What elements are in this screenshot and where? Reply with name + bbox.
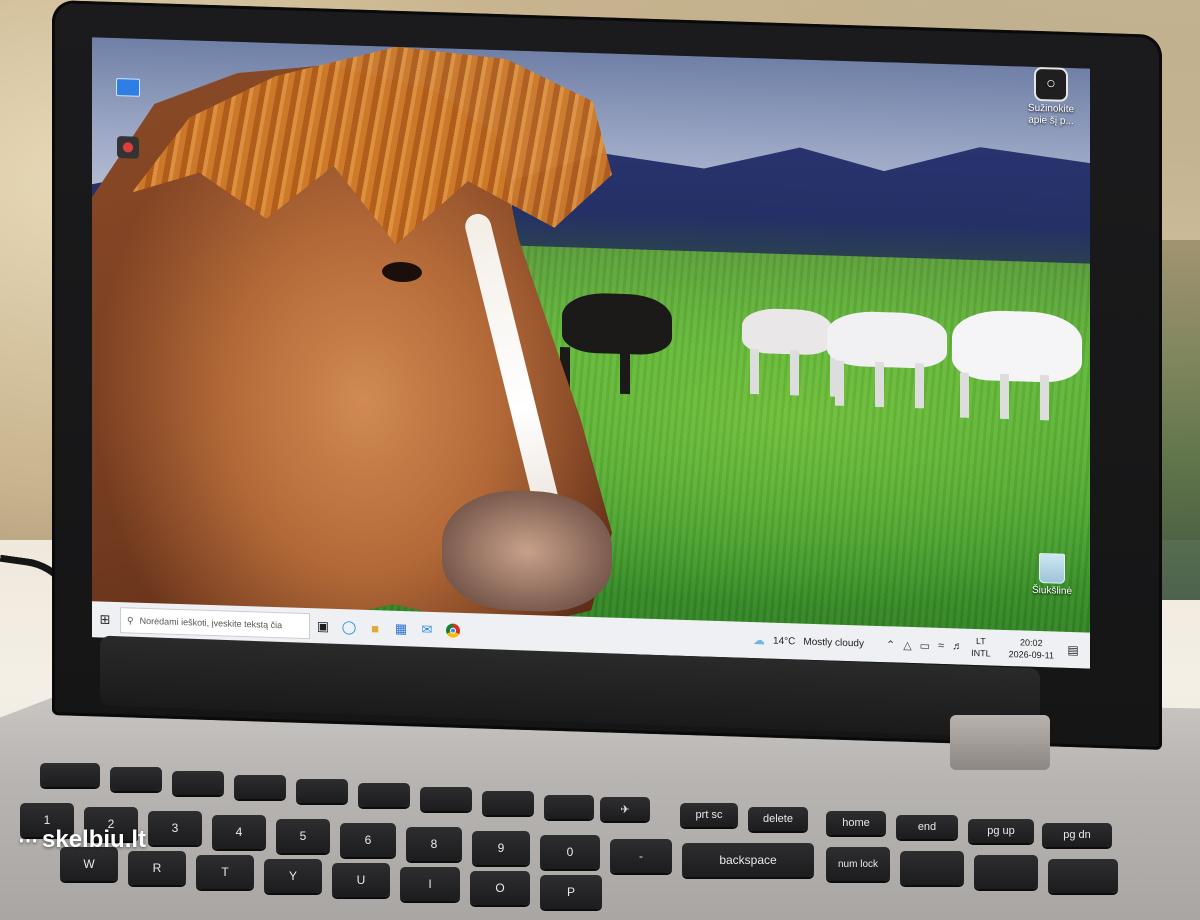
key-number: 5 bbox=[276, 819, 330, 853]
skelbiu-logo-icon: ⋯ bbox=[18, 829, 38, 852]
weather-temperature[interactable]: 14°C bbox=[773, 635, 795, 647]
desktop-icon-recycle-bin[interactable]: Šiukšlinė bbox=[1022, 552, 1082, 598]
key-page-up: pg up bbox=[968, 819, 1034, 843]
key-delete: delete bbox=[748, 807, 808, 831]
keyboard-layout: INTL bbox=[971, 647, 991, 659]
search-icon: ⚲ bbox=[127, 614, 134, 626]
site-watermark: ⋯ skelbiu.lt bbox=[18, 826, 146, 854]
key-letter: U bbox=[332, 863, 390, 897]
clock-date: 2026-09-11 bbox=[1008, 649, 1054, 661]
key-page-down: pg dn bbox=[1042, 823, 1112, 847]
app-icon bbox=[117, 136, 139, 159]
desktop-icon-label: Sužinokite apie šį p... bbox=[1027, 102, 1075, 128]
input-language-indicator[interactable]: LT INTL bbox=[971, 635, 991, 660]
start-button[interactable]: ⊞ bbox=[92, 601, 118, 638]
key-number: 9 bbox=[472, 831, 530, 865]
camera-lens-icon: ○ bbox=[1034, 66, 1068, 102]
wallpaper-white-horse bbox=[952, 309, 1082, 384]
language-code: LT bbox=[975, 636, 986, 647]
taskbar-store-button[interactable]: ▦ bbox=[388, 614, 414, 645]
task-view-icon: ▣ bbox=[316, 618, 330, 634]
key-fn bbox=[544, 795, 594, 819]
windows-logo-icon: ⊞ bbox=[99, 611, 111, 627]
desktop-icon-app[interactable] bbox=[98, 135, 158, 161]
desktop-icon-learn-about-picture[interactable]: ○ Sužinokite apie šį p... bbox=[1020, 66, 1082, 128]
key-fn bbox=[110, 767, 162, 791]
wifi-icon[interactable]: ≈ bbox=[938, 640, 944, 652]
speaker-icon[interactable]: ♬ bbox=[952, 640, 963, 652]
key-numpad bbox=[1048, 859, 1118, 893]
key-fn bbox=[482, 791, 534, 815]
chevron-up-icon[interactable]: ⌃ bbox=[886, 638, 895, 651]
key-fn bbox=[358, 783, 410, 807]
key-numpad bbox=[974, 855, 1038, 889]
notification-center-button[interactable]: ▤ bbox=[1062, 643, 1084, 658]
key-print-screen: prt sc bbox=[680, 803, 738, 827]
taskbar-file-explorer-button[interactable]: ■ bbox=[362, 613, 388, 644]
key-fn bbox=[40, 763, 100, 787]
taskbar-search-input[interactable]: ⚲ Norėdami ieškoti, įveskite tekstą čia bbox=[120, 607, 310, 640]
key-fn bbox=[234, 775, 286, 799]
key-letter: P bbox=[540, 875, 602, 909]
chrome-icon bbox=[446, 623, 460, 638]
laptop-keyboard: ✈ prt sc delete home end pg up pg dn 1 2… bbox=[0, 745, 1200, 909]
edge-browser-icon: ◯ bbox=[341, 619, 357, 635]
folder-icon: ■ bbox=[371, 620, 379, 636]
wallpaper-horse-muzzle bbox=[442, 488, 612, 614]
key-letter: Y bbox=[264, 859, 322, 893]
cloud-icon[interactable]: ☁ bbox=[753, 633, 765, 647]
laptop-lid: ○ Sužinokite apie šį p... Šiukšlinė ⊞ ⚲ … bbox=[52, 0, 1162, 750]
key-number: 0 bbox=[540, 835, 600, 869]
key-letter: I bbox=[400, 867, 460, 901]
key-home: home bbox=[826, 811, 886, 835]
key-fn bbox=[172, 771, 224, 795]
key-letter: T bbox=[196, 855, 254, 889]
monitor-icon bbox=[116, 78, 140, 97]
key-fn bbox=[296, 779, 348, 803]
key-num-lock: num lock bbox=[826, 847, 890, 881]
desktop-icon-label: Šiukšlinė bbox=[1031, 584, 1073, 598]
wallpaper-white-horse bbox=[742, 307, 832, 356]
key-airplane: ✈ bbox=[600, 797, 650, 821]
taskbar-clock[interactable]: 20:02 2026-09-11 bbox=[1009, 636, 1054, 661]
watermark-text: skelbiu.lt bbox=[42, 826, 147, 853]
key-letter: R bbox=[128, 851, 186, 885]
security-icon[interactable]: △ bbox=[903, 638, 911, 651]
key-number: 6 bbox=[340, 823, 396, 857]
weather-condition[interactable]: Mostly cloudy bbox=[803, 636, 864, 649]
key-backspace: backspace bbox=[682, 843, 814, 877]
key-fn bbox=[420, 787, 472, 811]
task-view-button[interactable]: ▣ bbox=[310, 611, 336, 642]
key-end: end bbox=[896, 815, 958, 839]
taskbar-chrome-button[interactable] bbox=[440, 615, 466, 646]
wallpaper-white-horse bbox=[827, 310, 947, 370]
key-number: 8 bbox=[406, 827, 462, 861]
search-placeholder: Norėdami ieškoti, įveskite tekstą čia bbox=[139, 615, 283, 631]
battery-icon[interactable]: ▭ bbox=[920, 639, 930, 652]
key-number: - bbox=[610, 839, 672, 873]
mail-icon: ✉ bbox=[421, 621, 433, 637]
key-numpad bbox=[900, 851, 964, 885]
recycle-bin-icon bbox=[1039, 553, 1065, 584]
desktop-screen: ○ Sužinokite apie šį p... Šiukšlinė ⊞ ⚲ … bbox=[92, 37, 1090, 669]
system-tray: ☁ 14°C Mostly cloudy ⌃ △ ▭ ≈ ♬ LT INTL 2… bbox=[753, 628, 1090, 663]
desktop-icon-this-pc[interactable] bbox=[98, 77, 158, 99]
notification-icon: ▤ bbox=[1067, 642, 1079, 658]
key-number: 4 bbox=[212, 815, 266, 849]
store-icon: ▦ bbox=[394, 620, 408, 637]
taskbar-edge-button[interactable]: ◯ bbox=[336, 612, 362, 643]
wallpaper-black-horse bbox=[562, 292, 672, 356]
taskbar-mail-button[interactable]: ✉ bbox=[414, 614, 440, 645]
key-number: 3 bbox=[148, 811, 202, 845]
